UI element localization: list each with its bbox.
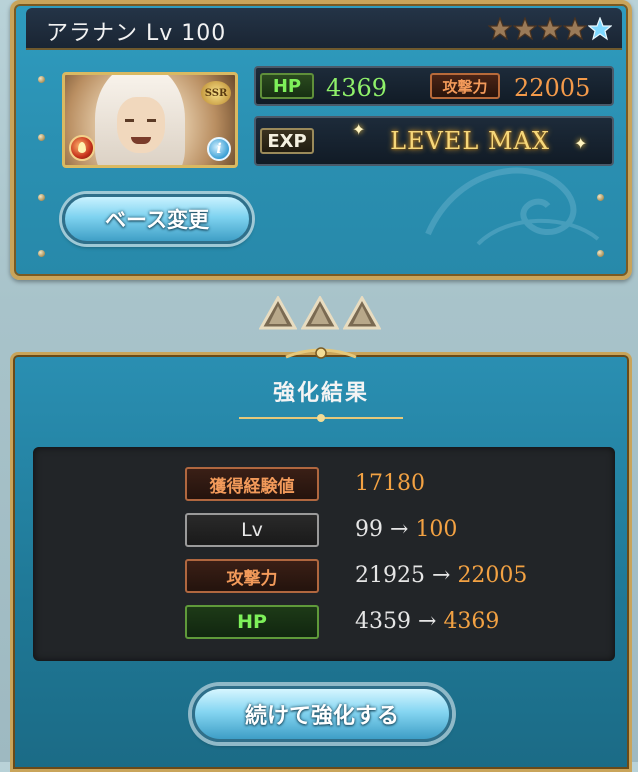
gained-exp-amount: 17180: [355, 471, 425, 496]
panel-ornament: [285, 347, 357, 359]
result-table: 獲得経験値 17180 Lv 99 → 100 攻撃力 21925 → 2200…: [33, 447, 615, 661]
hp-after: 4369: [443, 609, 500, 634]
hp-value: 4369: [326, 74, 388, 102]
hp-label: HP: [185, 605, 319, 639]
attack-before: 21925: [355, 563, 425, 588]
hp-before: 4359: [355, 609, 411, 634]
rivet: [38, 250, 45, 257]
character-name-level: アラナン Lv 100: [46, 21, 227, 46]
rarity-stars: [488, 17, 612, 41]
hp-attack-stat-box: HP 4369 攻撃力 22005: [254, 66, 614, 106]
bronze-star-icon: [563, 17, 587, 41]
bronze-star-icon: [513, 17, 537, 41]
ssr-rarity-badge: SSR: [201, 81, 231, 105]
triangle-icon: [301, 296, 339, 330]
change-base-button[interactable]: ベース変更: [62, 194, 252, 244]
arrow-icon: →: [390, 517, 409, 542]
arrow-icon: →: [418, 609, 437, 634]
result-row-level: Lv 99 → 100: [33, 511, 615, 551]
rivet: [597, 194, 604, 201]
bronze-star-icon: [538, 17, 562, 41]
character-panel: アラナン Lv 100 SSR i HP 4369 攻撃力 22005 EXP …: [10, 0, 632, 280]
attack-tag: 攻撃力: [430, 73, 500, 99]
gained-exp-label: 獲得経験値: [185, 467, 319, 501]
arrow-separator: [259, 296, 381, 330]
level-before: 99: [355, 517, 383, 542]
attack-label: 攻撃力: [185, 559, 319, 593]
blue-star-icon: [588, 17, 612, 41]
result-row-exp: 獲得経験値 17180: [33, 465, 615, 505]
result-header: 強化結果: [13, 363, 629, 419]
portrait-eye: [125, 119, 134, 122]
rivet: [38, 194, 45, 201]
attack-value: 22005: [514, 74, 591, 102]
triangle-icon: [259, 296, 297, 330]
fire-element-icon: [69, 135, 95, 161]
portrait-face: [117, 97, 165, 153]
rivet: [38, 76, 45, 83]
level-label: Lv: [185, 513, 319, 547]
exp-stat-box: EXP ✦ ✦ LEVEL MAX: [254, 116, 614, 166]
title-bar: アラナン Lv 100: [26, 8, 622, 50]
portrait-eye: [147, 119, 156, 122]
triangle-icon: [343, 296, 381, 330]
hp-change-value: 4359 → 4369: [355, 609, 499, 634]
title-underline-ornament: [239, 414, 403, 422]
gained-exp-value: 17180: [355, 471, 425, 496]
level-max-label: LEVEL MAX: [390, 127, 550, 155]
attack-change-value: 21925 → 22005: [355, 563, 527, 588]
info-icon[interactable]: i: [207, 137, 231, 161]
rivet: [38, 134, 45, 141]
rivet: [597, 250, 604, 257]
result-title: 強化結果: [272, 381, 369, 406]
level-after: 100: [415, 517, 458, 542]
bronze-star-icon: [488, 17, 512, 41]
hp-tag: HP: [260, 73, 314, 99]
exp-tag: EXP: [260, 128, 314, 154]
continue-enhance-button[interactable]: 続けて強化する: [192, 686, 452, 742]
result-row-hp: HP 4359 → 4369: [33, 603, 615, 643]
level-change-value: 99 → 100: [355, 517, 457, 542]
arrow-icon: →: [432, 563, 451, 588]
result-row-attack: 攻撃力 21925 → 22005: [33, 557, 615, 597]
attack-after: 22005: [457, 563, 528, 588]
character-portrait[interactable]: SSR i: [62, 72, 238, 168]
